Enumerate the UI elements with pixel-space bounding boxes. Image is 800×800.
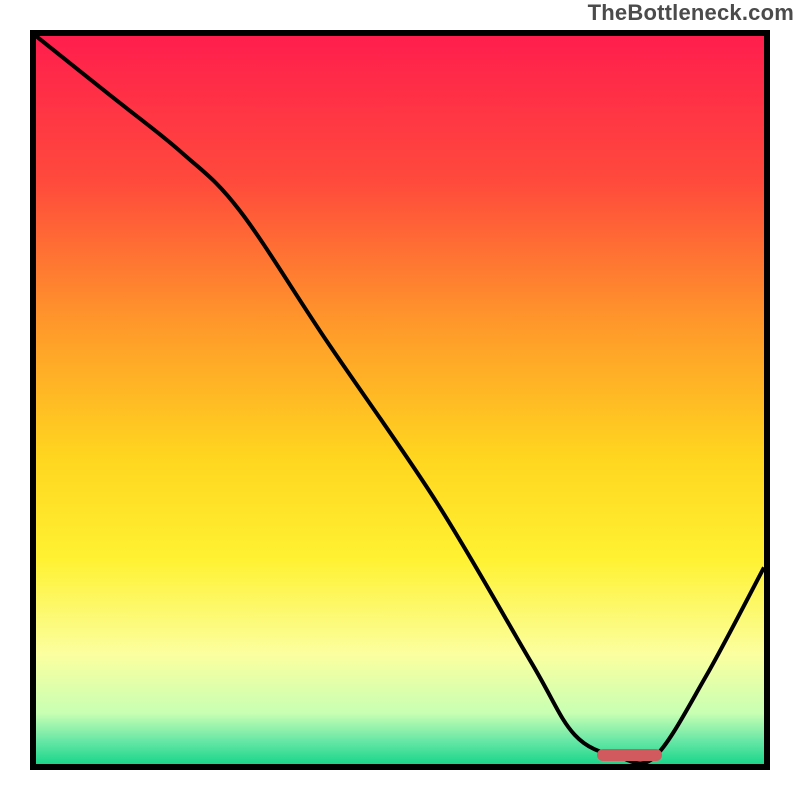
watermark-text: TheBottleneck.com	[588, 0, 794, 26]
plot-area	[30, 30, 770, 770]
bottleneck-curve	[36, 36, 764, 764]
curve-layer	[36, 36, 764, 764]
optimal-range-marker	[597, 749, 663, 761]
figure: TheBottleneck.com	[0, 0, 800, 800]
